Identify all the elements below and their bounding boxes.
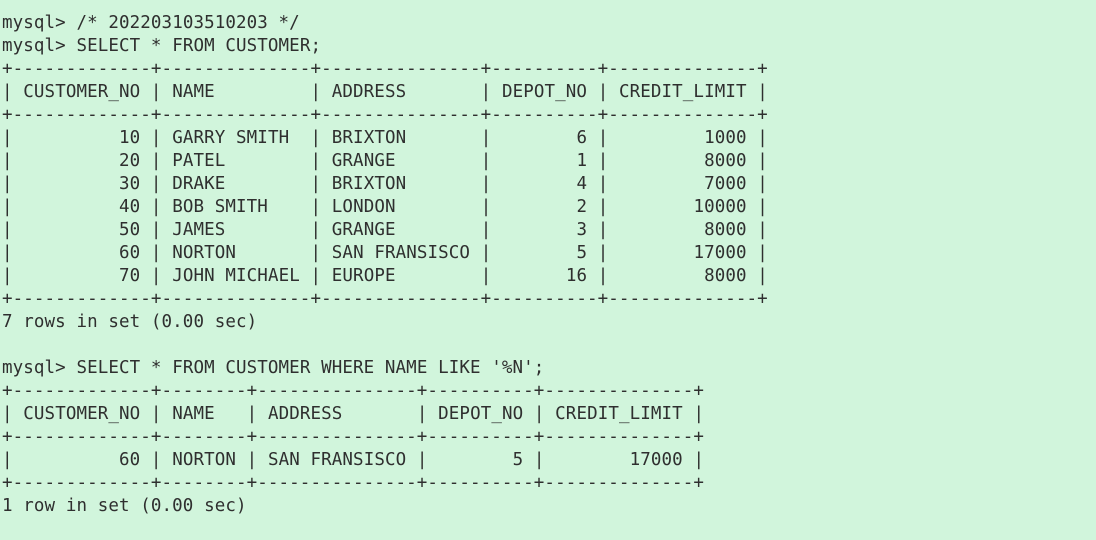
table-cell: 8000 <box>704 266 747 286</box>
column-header: DEPOT_NO <box>501 82 588 102</box>
table-border-header: +-------------+--------------+----------… <box>2 105 768 125</box>
comment-command-line: mysql> /* 202203103510203 */ <box>2 12 1096 35</box>
table-cell: BRIXTON <box>331 174 407 194</box>
column-header: ADDRESS <box>331 82 407 102</box>
query-command-line: mysql> SELECT * FROM CUSTOMER; <box>2 35 1096 58</box>
table-cell: JAMES <box>172 220 226 240</box>
customer-result-table: +-------------+--------------+----------… <box>2 58 1096 311</box>
table-cell: 50 <box>119 220 141 240</box>
table-row: | 60 | NORTON | SAN FRANSISCO | 5 | 1700… <box>2 450 705 470</box>
filtered-result-status-line: 1 row in set (0.00 sec) <box>2 496 247 516</box>
table-cell: 60 <box>119 450 141 470</box>
table-cell: 70 <box>119 266 141 286</box>
mysql-terminal[interactable]: mysql> /* 202203103510203 */ mysql> SELE… <box>0 0 1096 540</box>
prompt-label: mysql> <box>2 36 66 56</box>
table-cell: 20 <box>119 151 141 171</box>
column-header: ADDRESS <box>267 404 343 424</box>
filter-query-command-line: mysql> SELECT * FROM CUSTOMER WHERE NAME… <box>2 357 1096 380</box>
table-cell: EUROPE <box>331 266 396 286</box>
table-cell: 4 <box>576 174 588 194</box>
table-row: | 70 | JOHN MICHAEL | EUROPE | 16 | 8000… <box>2 266 768 286</box>
table-row: | 10 | GARRY SMITH | BRIXTON | 6 | 1000 … <box>2 128 768 148</box>
column-header: CUSTOMER_NO <box>23 404 141 424</box>
table-cell: 10000 <box>693 197 747 217</box>
table-border-bottom: +-------------+--------+---------------+… <box>2 473 704 493</box>
table-cell: 1 <box>576 151 588 171</box>
table-cell: 3 <box>576 220 588 240</box>
table-header-row: | CUSTOMER_NO | NAME | ADDRESS | DEPOT_N… <box>2 82 768 102</box>
table-border-header: +-------------+--------+---------------+… <box>2 427 704 447</box>
table-cell: 16 <box>565 266 588 286</box>
table-cell: GRANGE <box>331 220 396 240</box>
table-cell: 17000 <box>693 243 747 263</box>
table-border-bottom: +-------------+--------------+----------… <box>2 289 768 309</box>
table-header-row: | CUSTOMER_NO | NAME | ADDRESS | DEPOT_N… <box>2 404 705 424</box>
table-cell: GRANGE <box>331 151 396 171</box>
table-cell: 8000 <box>704 220 747 240</box>
column-header: CREDIT_LIMIT <box>555 404 683 424</box>
table-border-top: +-------------+--------------+----------… <box>2 59 768 79</box>
column-header: DEPOT_NO <box>438 404 524 424</box>
filtered-result-table: +-------------+--------+---------------+… <box>2 380 1096 495</box>
table-cell: LONDON <box>331 197 396 217</box>
result-status-line: 7 rows in set (0.00 sec) <box>2 312 258 332</box>
table-row: | 60 | NORTON | SAN FRANSISCO | 5 | 1700… <box>2 243 768 263</box>
column-header: CUSTOMER_NO <box>23 82 141 102</box>
table-cell: 8000 <box>704 151 747 171</box>
table-cell: 6 <box>576 128 588 148</box>
table-cell: DRAKE <box>172 174 226 194</box>
filter-query-text: SELECT * FROM CUSTOMER WHERE NAME LIKE '… <box>76 358 545 378</box>
table-cell: GARRY SMITH <box>172 128 290 148</box>
table-row: | 20 | PATEL | GRANGE | 1 | 8000 | <box>2 151 768 171</box>
table-cell: SAN FRANSISCO <box>331 243 471 263</box>
table-cell: NORTON <box>172 243 237 263</box>
table-cell: PATEL <box>172 151 226 171</box>
table-cell: 2 <box>576 197 588 217</box>
column-header: NAME <box>172 404 215 424</box>
table-cell: 1000 <box>704 128 747 148</box>
table-cell: 17000 <box>629 450 683 470</box>
table-row: | 40 | BOB SMITH | LONDON | 2 | 10000 | <box>2 197 768 217</box>
table-cell: BOB SMITH <box>172 197 268 217</box>
query-text: SELECT * FROM CUSTOMER; <box>76 36 322 56</box>
table-row: | 30 | DRAKE | BRIXTON | 4 | 7000 | <box>2 174 768 194</box>
prompt-label: mysql> <box>2 358 66 378</box>
table-cell: 7000 <box>704 174 747 194</box>
table-cell: 5 <box>576 243 588 263</box>
comment-text: /* 202203103510203 */ <box>76 13 300 33</box>
table-cell: NORTON <box>172 450 237 470</box>
table-cell: 40 <box>119 197 141 217</box>
column-header: CREDIT_LIMIT <box>618 82 747 102</box>
table-cell: 10 <box>119 128 141 148</box>
table-row: | 50 | JAMES | GRANGE | 3 | 8000 | <box>2 220 768 240</box>
table-cell: 5 <box>512 450 524 470</box>
table-cell: SAN FRANSISCO <box>267 450 407 470</box>
prompt-label: mysql> <box>2 13 66 33</box>
table-cell: 30 <box>119 174 141 194</box>
table-cell: 60 <box>119 243 141 263</box>
table-cell: BRIXTON <box>331 128 407 148</box>
table-cell: JOHN MICHAEL <box>172 266 300 286</box>
table-border-top: +-------------+--------+---------------+… <box>2 381 704 401</box>
column-header: NAME <box>172 82 215 102</box>
